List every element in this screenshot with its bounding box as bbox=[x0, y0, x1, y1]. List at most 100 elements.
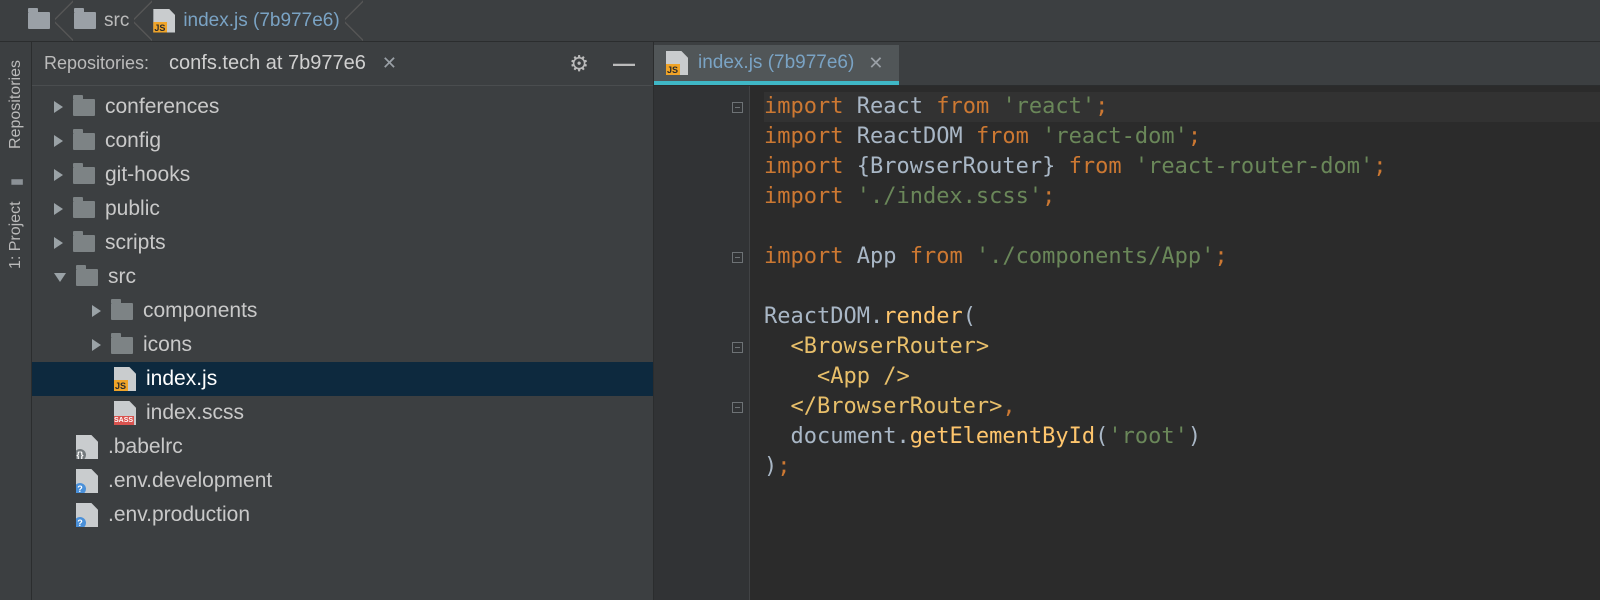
folder-icon: ▮ bbox=[6, 178, 24, 186]
folder-icon bbox=[73, 167, 95, 184]
editor-gutter[interactable] bbox=[654, 86, 750, 600]
tree-row-label: .env.production bbox=[108, 503, 250, 527]
code-line[interactable]: import ReactDOM from 'react-dom'; bbox=[764, 122, 1600, 152]
toolwindow-tab-project[interactable]: 1: Project ▮ bbox=[5, 163, 27, 279]
gutter-row bbox=[654, 152, 749, 182]
tree-row-label: public bbox=[105, 197, 160, 221]
tree-row-label: index.js bbox=[146, 367, 217, 391]
tree-row-label: .env.development bbox=[108, 469, 272, 493]
gutter-row bbox=[654, 182, 749, 212]
tree-row[interactable]: conferences bbox=[32, 90, 653, 124]
fold-icon[interactable] bbox=[732, 402, 743, 413]
code-line[interactable]: document.getElementById('root') bbox=[764, 422, 1600, 452]
tree-row-label: conferences bbox=[105, 95, 219, 119]
repo-chip-label: confs.tech at 7b977e6 bbox=[169, 52, 366, 75]
gear-icon[interactable]: ⚙ bbox=[563, 51, 595, 77]
unknown-file-icon: ? bbox=[76, 469, 98, 493]
folder-icon bbox=[111, 303, 133, 320]
tree-row-label: git-hooks bbox=[105, 163, 190, 187]
code-line[interactable]: <BrowserRouter> bbox=[764, 332, 1600, 362]
tree-row[interactable]: icons bbox=[32, 328, 653, 362]
fold-icon[interactable] bbox=[732, 342, 743, 353]
code-line[interactable]: import './index.scss'; bbox=[764, 182, 1600, 212]
chevron-right-icon[interactable] bbox=[54, 237, 63, 249]
gutter-row bbox=[654, 122, 749, 152]
breadcrumb-bar: src index.js (7b977e6) bbox=[0, 0, 1600, 42]
breadcrumb-folder[interactable]: src bbox=[64, 0, 143, 41]
toolwindow-tab-repositories[interactable]: Repositories bbox=[5, 50, 27, 159]
editor-tab-label: index.js (7b977e6) bbox=[698, 52, 854, 74]
breadcrumb-folder-label: src bbox=[104, 10, 129, 32]
code-line[interactable]: ); bbox=[764, 452, 1600, 482]
code-line[interactable]: import {BrowserRouter} from 'react-route… bbox=[764, 152, 1600, 182]
folder-icon bbox=[74, 12, 96, 29]
repo-chip[interactable]: confs.tech at 7b977e6 ✕ bbox=[161, 48, 409, 79]
code-line[interactable] bbox=[764, 212, 1600, 242]
spacer bbox=[54, 475, 66, 487]
code-line[interactable]: import App from './components/App'; bbox=[764, 242, 1600, 272]
panel-label: Repositories: bbox=[44, 53, 149, 74]
tree-row[interactable]: ? .env.development bbox=[32, 464, 653, 498]
tree-row[interactable]: config bbox=[32, 124, 653, 158]
chevron-right-icon[interactable] bbox=[92, 305, 101, 317]
panel-header: Repositories: confs.tech at 7b977e6 ✕ ⚙ … bbox=[32, 42, 653, 86]
file-tree[interactable]: conferences config git-hooks public scripts s… bbox=[32, 86, 653, 600]
tree-row[interactable]: public bbox=[32, 192, 653, 226]
chevron-right-icon[interactable] bbox=[92, 339, 101, 351]
chevron-down-icon[interactable] bbox=[54, 273, 66, 282]
code-line[interactable]: import React from 'react'; bbox=[764, 92, 1600, 122]
chevron-right-icon[interactable] bbox=[54, 203, 63, 215]
main-split: Repositories 1: Project ▮ Repositories: … bbox=[0, 42, 1600, 600]
gutter-row bbox=[654, 302, 749, 332]
chevron-right-icon[interactable] bbox=[54, 169, 63, 181]
close-icon[interactable]: ✕ bbox=[378, 53, 401, 74]
gutter-row bbox=[654, 272, 749, 302]
toolwindow-tab-label: 1: Project bbox=[7, 201, 24, 269]
tree-row[interactable]: {}.babelrc bbox=[32, 430, 653, 464]
tree-row-label: icons bbox=[143, 333, 192, 357]
tree-row-label: index.scss bbox=[146, 401, 244, 425]
chevron-right-icon[interactable] bbox=[54, 101, 63, 113]
jsfile-icon bbox=[114, 367, 136, 391]
tree-row[interactable]: scripts bbox=[32, 226, 653, 260]
editor-code[interactable]: import React from 'react';import ReactDO… bbox=[750, 86, 1600, 600]
gutter-row bbox=[654, 452, 749, 482]
spacer bbox=[54, 509, 66, 521]
toolwindow-tab-label: Repositories bbox=[7, 60, 24, 149]
gutter-row bbox=[654, 332, 749, 362]
breadcrumb-root[interactable] bbox=[18, 0, 64, 41]
tree-row-label: config bbox=[105, 129, 161, 153]
chevron-right-icon[interactable] bbox=[54, 135, 63, 147]
code-line[interactable]: </BrowserRouter>, bbox=[764, 392, 1600, 422]
jsfile-icon bbox=[153, 9, 175, 33]
spacer bbox=[54, 441, 66, 453]
tree-row[interactable]: git-hooks bbox=[32, 158, 653, 192]
tree-row[interactable]: src bbox=[32, 260, 653, 294]
folder-icon bbox=[28, 12, 50, 29]
code-line[interactable]: ReactDOM.render( bbox=[764, 302, 1600, 332]
gutter-row bbox=[654, 392, 749, 422]
fold-icon[interactable] bbox=[732, 102, 743, 113]
folder-icon bbox=[73, 133, 95, 150]
breadcrumb-file[interactable]: index.js (7b977e6) bbox=[143, 0, 353, 41]
editor-body: import React from 'react';import ReactDO… bbox=[654, 86, 1600, 600]
close-icon[interactable]: ✕ bbox=[864, 53, 887, 74]
gutter-row bbox=[654, 212, 749, 242]
folder-icon bbox=[73, 99, 95, 116]
minimize-icon[interactable]: — bbox=[607, 51, 641, 77]
tree-row-label: scripts bbox=[105, 231, 166, 255]
fold-icon[interactable] bbox=[732, 252, 743, 263]
editor-tab[interactable]: index.js (7b977e6) ✕ bbox=[654, 45, 899, 85]
tree-row[interactable]: ?.env.production bbox=[32, 498, 653, 532]
toolwindow-stripe: Repositories 1: Project ▮ bbox=[0, 42, 32, 600]
tree-row[interactable]: index.scss bbox=[32, 396, 653, 430]
config-file-icon: {} bbox=[76, 435, 98, 459]
tree-row[interactable]: components bbox=[32, 294, 653, 328]
code-line[interactable]: <App /> bbox=[764, 362, 1600, 392]
folder-icon bbox=[73, 235, 95, 252]
gutter-row bbox=[654, 362, 749, 392]
code-line[interactable] bbox=[764, 272, 1600, 302]
sassfile-icon bbox=[114, 401, 136, 425]
spacer bbox=[92, 407, 104, 419]
tree-row[interactable]: index.js bbox=[32, 362, 653, 396]
